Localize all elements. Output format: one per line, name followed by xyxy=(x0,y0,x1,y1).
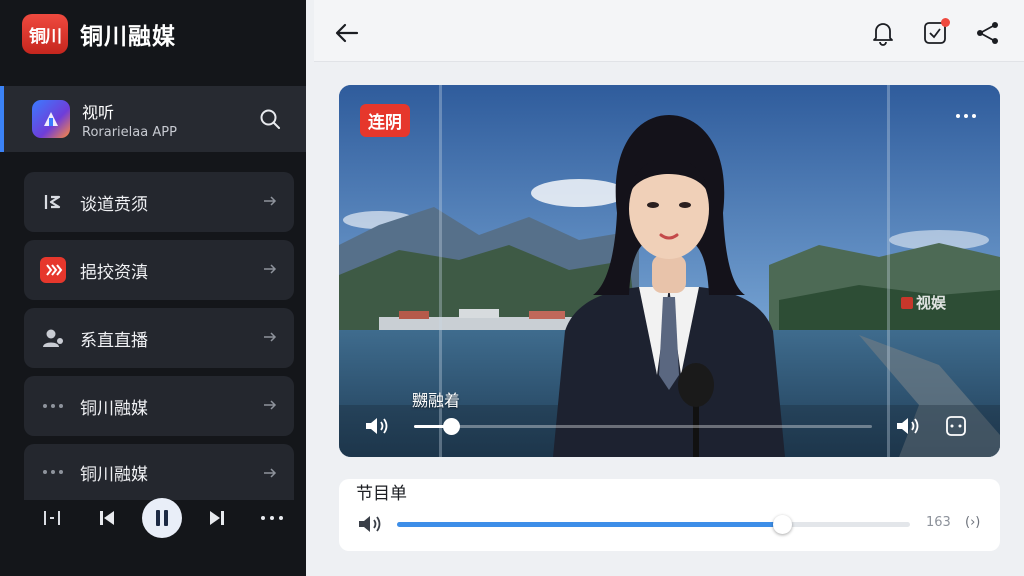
menu-label: 挹挍资滇 xyxy=(80,262,148,283)
menu-item-3[interactable]: 系直直播 xyxy=(24,308,294,368)
brand-logo[interactable]: 铜川 xyxy=(22,14,68,54)
app-title: 视听 xyxy=(82,102,115,122)
dots-icon xyxy=(40,393,66,419)
fullscreen-icon[interactable] xyxy=(945,415,967,437)
volume-icon[interactable] xyxy=(357,513,383,535)
volume-icon[interactable] xyxy=(895,415,921,437)
playlist-progress-handle[interactable] xyxy=(772,515,792,534)
video-progress-bar[interactable] xyxy=(414,418,872,435)
playlist-progress-fill xyxy=(397,522,782,527)
watermark-text: 视娱 xyxy=(916,294,947,312)
arrow-right-icon xyxy=(264,264,277,274)
sidebar: 铜川 铜川融媒 视听 Rorarielaa APP 谈道贲须 挹挍资滇 系直直播… xyxy=(0,0,306,576)
tasks-button[interactable] xyxy=(922,18,950,46)
more-icon[interactable] xyxy=(252,498,292,538)
app-icon xyxy=(32,100,70,138)
bell-icon[interactable] xyxy=(870,20,896,46)
next-icon[interactable] xyxy=(197,498,237,538)
loop-icon[interactable]: (›) xyxy=(965,515,980,530)
menu-label: 铜川融媒 xyxy=(80,398,148,419)
playlist-progress-bar[interactable] xyxy=(397,515,910,534)
menu-item-1[interactable]: 谈道贲须 xyxy=(24,172,294,232)
menu-label: 系直直播 xyxy=(80,330,148,351)
back-arrow-icon[interactable] xyxy=(334,20,360,46)
arrow-right-icon xyxy=(264,332,277,342)
watermark-logo-icon xyxy=(901,296,913,309)
brand: 铜川 铜川融媒 xyxy=(22,14,176,54)
video-progress-handle[interactable] xyxy=(442,418,460,435)
more-icon[interactable] xyxy=(954,111,978,121)
brand-name: 铜川融媒 xyxy=(80,24,176,50)
pause-button[interactable] xyxy=(142,498,182,538)
playlist-title: 节目单 xyxy=(356,484,407,504)
top-bar xyxy=(314,0,1024,62)
signal-icon xyxy=(40,257,66,283)
pause-icon xyxy=(156,510,168,526)
notification-dot xyxy=(941,18,950,27)
video-player[interactable]: 连阴 视娱 嬲融着 xyxy=(339,85,1000,457)
menu-label: 铜川融媒 xyxy=(80,464,148,485)
arrow-right-icon xyxy=(264,196,277,206)
volume-icon[interactable] xyxy=(364,415,390,437)
app-card-selected[interactable]: 视听 Rorarielaa APP xyxy=(0,86,306,152)
menu-item-4[interactable]: 铜川融媒 xyxy=(24,376,294,436)
arrow-right-icon xyxy=(264,468,277,478)
previous-icon[interactable] xyxy=(87,498,127,538)
video-caption: 嬲融着 xyxy=(412,391,461,410)
playlist-count: 163 xyxy=(926,515,951,530)
menu-item-5[interactable]: 铜川融媒 xyxy=(24,444,294,500)
mini-player-controls xyxy=(32,498,292,538)
live-badge: 连阴 xyxy=(360,104,410,137)
channel-watermark: 视娱 xyxy=(901,292,946,313)
menu-item-2[interactable]: 挹挍资滇 xyxy=(24,240,294,300)
queue-icon[interactable] xyxy=(32,498,72,538)
person-icon xyxy=(40,325,66,351)
arrow-right-icon xyxy=(264,400,277,410)
app-subtitle: Rorarielaa APP xyxy=(82,124,177,140)
dots-icon xyxy=(40,459,66,485)
list-icon xyxy=(40,189,66,215)
search-icon[interactable] xyxy=(258,107,282,131)
share-icon[interactable] xyxy=(974,20,1002,46)
menu-label: 谈道贲须 xyxy=(80,194,148,215)
playlist-panel: 节目单 163 (›) xyxy=(339,479,1000,551)
